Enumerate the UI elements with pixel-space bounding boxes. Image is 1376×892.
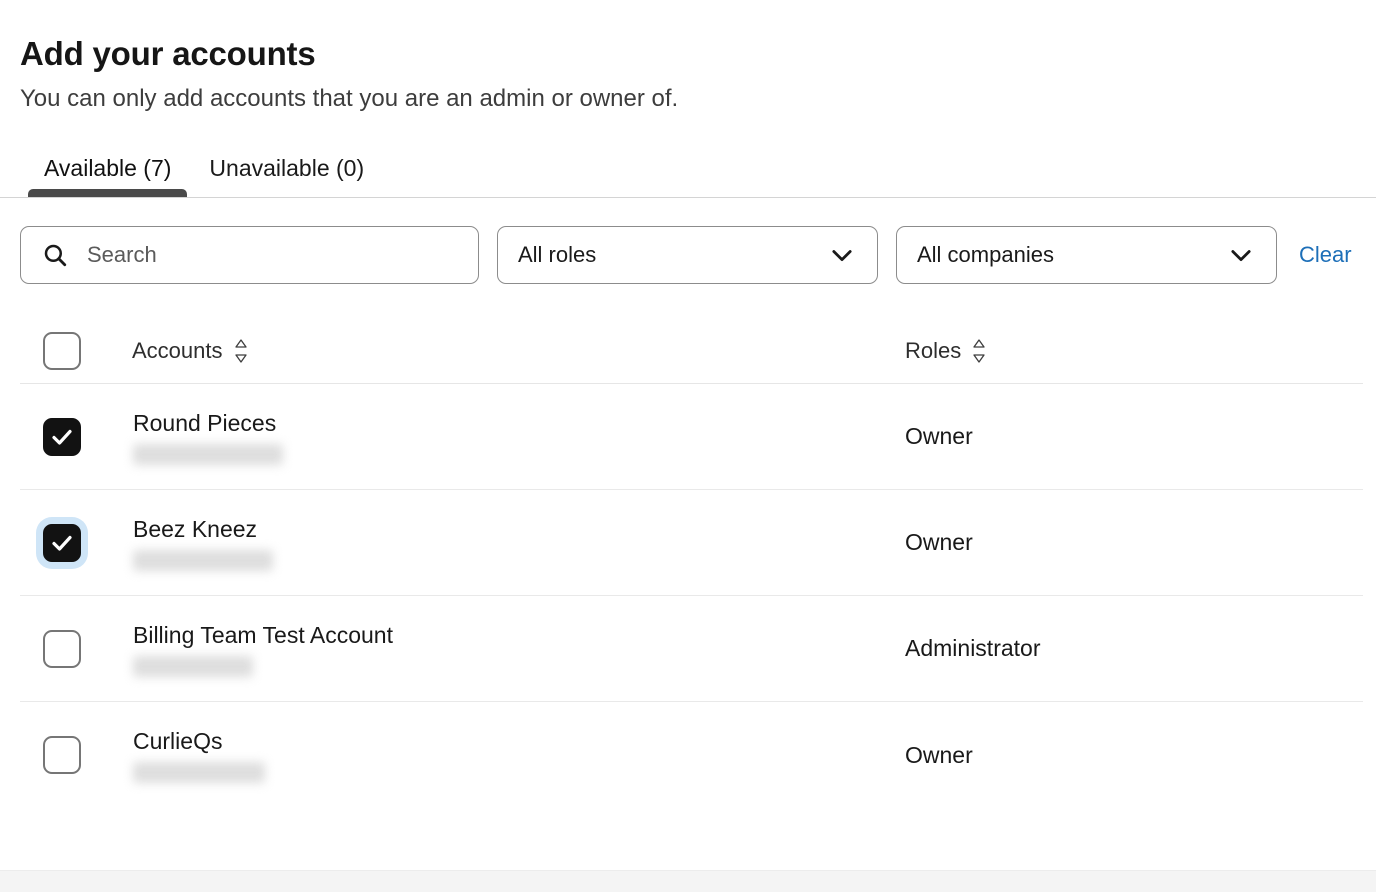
roles-filter-select[interactable]: All roles [497,226,878,284]
tabs-container: Available (7) Unavailable (0) [0,142,1376,198]
table-row[interactable]: Billing Team Test Account Administrator [20,596,1363,702]
account-name-cell: Billing Team Test Account [110,621,898,677]
column-header-accounts-label: Accounts [132,338,223,364]
accounts-table: Accounts Roles [0,318,1376,808]
account-name-cell: Round Pieces [110,409,898,465]
account-role: Administrator [898,635,1363,662]
account-role: Owner [898,529,1363,556]
account-role: Owner [898,423,1363,450]
account-detail-redacted [133,656,253,677]
roles-filter-value: All roles [498,242,827,268]
tab-unavailable[interactable]: Unavailable (0) [193,154,386,198]
row-checkbox-cell [20,736,110,774]
account-name: Beez Kneez [133,515,898,543]
row-checkbox-cell [20,524,110,562]
page-header: Add your accounts You can only add accou… [0,0,1376,116]
companies-filter-select[interactable]: All companies [896,226,1277,284]
tab-available-label: Available (7) [44,155,171,181]
row-checkbox[interactable] [43,736,81,774]
table-row[interactable]: CurlieQs Owner [20,702,1363,808]
table-header-row: Accounts Roles [20,318,1363,384]
row-checkbox[interactable] [43,630,81,668]
account-detail-redacted [133,762,265,783]
row-checkbox-cell [20,418,110,456]
table-row[interactable]: Beez Kneez Owner [20,490,1363,596]
chevron-down-icon [1226,240,1256,270]
account-detail-redacted [133,550,273,571]
search-icon [42,242,68,268]
companies-filter-value: All companies [897,242,1226,268]
account-name: Billing Team Test Account [133,621,898,649]
page-subtitle: You can only add accounts that you are a… [20,82,1376,116]
row-checkbox[interactable] [43,524,81,562]
row-checkbox-cell [20,630,110,668]
search-input[interactable] [21,227,478,283]
table-row[interactable]: Round Pieces Owner [20,384,1363,490]
select-all-cell [20,332,110,370]
column-header-roles[interactable]: Roles [898,338,1363,364]
column-header-roles-label: Roles [905,338,961,364]
tab-list: Available (7) Unavailable (0) [0,142,1376,198]
account-role: Owner [898,742,1363,769]
account-name-cell: Beez Kneez [110,515,898,571]
search-field[interactable] [20,226,479,284]
bottom-edge-strip [0,870,1376,892]
account-name: CurlieQs [133,727,898,755]
page-title: Add your accounts [20,34,1376,74]
tab-unavailable-label: Unavailable (0) [209,155,364,181]
tabs-divider [0,197,1376,198]
account-detail-redacted [133,444,283,465]
add-accounts-page: Add your accounts You can only add accou… [0,0,1376,892]
account-name-cell: CurlieQs [110,727,898,783]
row-checkbox[interactable] [43,418,81,456]
clear-filters-link[interactable]: Clear [1299,242,1352,268]
chevron-down-icon [827,240,857,270]
account-name: Round Pieces [133,409,898,437]
filter-bar: All roles All companies Clear [0,198,1376,284]
select-all-checkbox[interactable] [43,332,81,370]
sort-arrows-icon [233,338,249,364]
tab-available[interactable]: Available (7) [28,154,193,198]
sort-arrows-icon [971,338,987,364]
column-header-accounts[interactable]: Accounts [110,338,898,364]
